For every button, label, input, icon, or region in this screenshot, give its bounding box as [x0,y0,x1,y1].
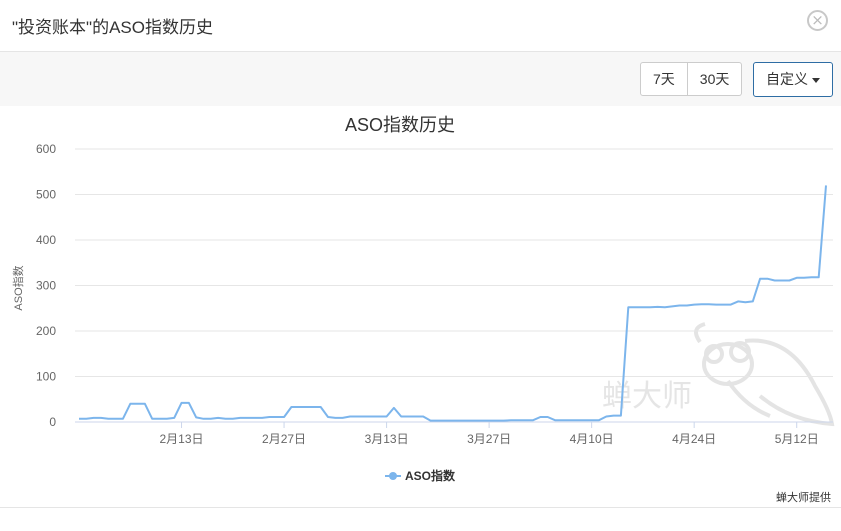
range-7d-button[interactable]: 7天 [640,62,688,96]
close-icon[interactable]: × [807,10,828,31]
modal-title: "投资账本"的ASO指数历史 [12,18,213,37]
x-tick-label: 4月10日 [570,432,614,446]
grid-lines [75,148,833,377]
y-tick-label: 300 [36,279,56,293]
custom-range-button[interactable]: 自定义 [753,62,833,97]
y-axis-label: ASO指数 [11,265,25,310]
modal-header: "投资账本"的ASO指数历史 × [0,0,841,52]
aso-line-chart: 蝉大师 ASO指数历史 ASO指数 0 100 200 300 400 500 600 2月… [11,115,835,483]
y-tick-label: 200 [36,324,56,338]
watermark-text: 蝉大师 [602,380,692,413]
range-button-group: 7天 30天 [640,62,743,96]
custom-range-label: 自定义 [766,71,808,87]
credit-text: 蝉大师提供 [776,492,831,504]
x-tick-label: 2月13日 [160,432,204,446]
y-tick-label: 500 [36,188,56,202]
y-axis-ticks: 0 100 200 300 400 500 600 [36,142,56,429]
x-tick-label: 3月27日 [467,432,511,446]
cicada-logo-icon [694,322,835,427]
y-tick-label: 400 [36,233,56,247]
y-tick-label: 600 [36,142,56,156]
watermark: 蝉大师 [602,322,835,427]
series-line-aso[interactable] [79,185,827,422]
x-tick-label: 2月27日 [262,432,306,446]
series-layer [79,185,827,422]
y-tick-label: 0 [49,415,56,429]
chart-title: ASO指数历史 [345,115,455,135]
x-tick-label: 5月12日 [775,432,819,446]
chart-area: 蝉大师 ASO指数历史 ASO指数 0 100 200 300 400 500 600 2月… [0,106,841,506]
x-axis: 2月13日 2月27日 3月13日 3月27日 4月10日 4月24日 5月12日 [75,421,833,446]
legend[interactable]: ASO指数 [385,468,456,483]
y-tick-label: 100 [36,370,56,384]
x-tick-label: 4月24日 [672,432,716,446]
x-tick-label: 3月13日 [365,432,409,446]
caret-down-icon [812,77,820,83]
range-30d-button[interactable]: 30天 [687,62,743,96]
legend-label: ASO指数 [405,468,456,483]
toolbar: 7天 30天 自定义 [0,52,841,106]
legend-marker [389,472,397,480]
footer-divider [0,507,841,508]
